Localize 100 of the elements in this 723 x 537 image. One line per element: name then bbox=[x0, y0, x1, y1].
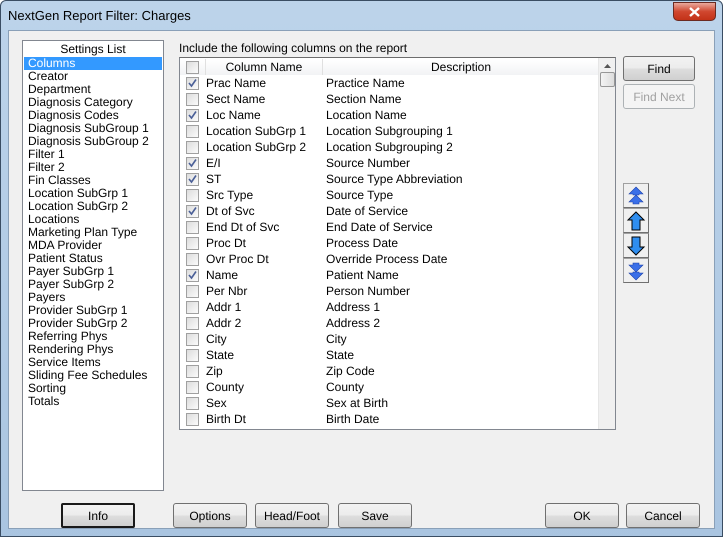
settings-list-item[interactable]: Patient Status bbox=[24, 252, 162, 265]
table-cell-text: Per Nbr bbox=[205, 284, 248, 298]
table-cell-text: Ovr Proc Dt bbox=[205, 252, 270, 266]
row-checkbox[interactable] bbox=[186, 92, 199, 106]
row-checkbox[interactable] bbox=[186, 124, 199, 138]
settings-list-item[interactable]: Payer SubGrp 2 bbox=[24, 278, 162, 291]
row-checkbox[interactable] bbox=[186, 252, 199, 266]
row-checkbox[interactable] bbox=[186, 284, 199, 298]
row-checkbox[interactable] bbox=[186, 396, 199, 410]
table-cell: County bbox=[326, 380, 364, 394]
find-button[interactable]: Find bbox=[623, 56, 695, 81]
close-button[interactable] bbox=[673, 2, 716, 21]
row-checkbox[interactable] bbox=[186, 220, 199, 234]
table-cell-text: Loc Name bbox=[205, 108, 262, 122]
settings-list-item[interactable]: Service Items bbox=[24, 356, 162, 369]
settings-list-item[interactable]: Diagnosis SubGroup 2 bbox=[24, 135, 162, 148]
table-cell: Section Name bbox=[326, 92, 402, 106]
table-cell: End Date of Service bbox=[326, 220, 433, 234]
settings-list-item[interactable]: Provider SubGrp 1 bbox=[24, 304, 162, 317]
table-cell: Location Name bbox=[326, 108, 407, 122]
settings-list-item[interactable]: Location SubGrp 2 bbox=[24, 200, 162, 213]
row-checkbox[interactable] bbox=[186, 236, 199, 250]
settings-list-item[interactable]: Rendering Phys bbox=[24, 343, 162, 356]
table-cell-text: Location SubGrp 2 bbox=[205, 140, 308, 154]
table-cell: Birth Date bbox=[326, 412, 380, 426]
table-cell-text: End Dt of Svc bbox=[205, 220, 280, 234]
settings-list-item[interactable]: Diagnosis Codes bbox=[24, 109, 162, 122]
table-cell: Override Process Date bbox=[326, 252, 448, 266]
table-cell-text: City bbox=[205, 332, 228, 346]
row-checkbox[interactable] bbox=[186, 204, 199, 218]
scrollbar[interactable] bbox=[598, 58, 615, 429]
row-checkbox[interactable] bbox=[186, 332, 199, 346]
row-checkbox[interactable] bbox=[186, 76, 199, 90]
table-cell-text: Sect Name bbox=[205, 92, 266, 106]
down-arrow-icon bbox=[626, 234, 646, 256]
table-cell: Location Subgrouping 2 bbox=[326, 140, 453, 154]
row-checkbox[interactable] bbox=[186, 140, 199, 154]
table-cell: Date of Service bbox=[326, 204, 408, 218]
table-cell-text: Sex bbox=[205, 396, 228, 410]
move-down-button[interactable] bbox=[623, 233, 649, 258]
scroll-up-icon[interactable] bbox=[604, 64, 610, 68]
settings-list-item[interactable]: Referring Phys bbox=[24, 330, 162, 343]
settings-list-item[interactable]: Provider SubGrp 2 bbox=[24, 317, 162, 330]
row-checkbox[interactable] bbox=[186, 108, 199, 122]
settings-list-item[interactable]: Department bbox=[24, 83, 162, 96]
table-cell-text: State bbox=[205, 348, 236, 362]
save-button[interactable]: Save bbox=[338, 503, 412, 528]
row-checkbox[interactable] bbox=[186, 300, 199, 314]
row-checkbox[interactable] bbox=[186, 188, 199, 202]
settings-list-item[interactable]: Payer SubGrp 1 bbox=[24, 265, 162, 278]
head-foot-button[interactable]: Head/Foot bbox=[255, 503, 329, 528]
move-top-button[interactable] bbox=[623, 183, 649, 208]
settings-list-item[interactable]: Diagnosis SubGroup 1 bbox=[24, 122, 162, 135]
row-checkbox[interactable] bbox=[186, 348, 199, 362]
table-cell-text: Proc Dt bbox=[205, 236, 248, 250]
cancel-button[interactable]: Cancel bbox=[626, 503, 700, 528]
settings-list-item[interactable]: Sliding Fee Schedules bbox=[24, 369, 162, 382]
table-cell: Process Date bbox=[326, 236, 398, 250]
ok-button[interactable]: OK bbox=[545, 503, 619, 528]
row-checkbox[interactable] bbox=[186, 172, 199, 186]
table-cell: State bbox=[326, 348, 354, 362]
row-checkbox[interactable] bbox=[186, 268, 199, 282]
row-checkbox[interactable] bbox=[186, 412, 199, 426]
table-cell-text: Dt of Svc bbox=[205, 204, 256, 218]
table-cell-text: Addr 2 bbox=[205, 316, 242, 330]
settings-list-item[interactable]: Marketing Plan Type bbox=[24, 226, 162, 239]
settings-list-item[interactable]: Totals bbox=[24, 395, 162, 408]
select-all-checkbox[interactable] bbox=[186, 60, 199, 74]
table-cell: Sex at Birth bbox=[326, 396, 388, 410]
settings-list-item[interactable]: Creator bbox=[24, 70, 162, 83]
move-up-button[interactable] bbox=[623, 208, 649, 233]
options-button[interactable]: Options bbox=[173, 503, 247, 528]
settings-list-item[interactable]: Fin Classes bbox=[24, 174, 162, 187]
double-up-arrow-icon bbox=[626, 184, 646, 206]
row-checkbox[interactable] bbox=[186, 364, 199, 378]
table-cell-text: Zip bbox=[205, 364, 224, 378]
scrollbar-thumb[interactable] bbox=[600, 72, 614, 87]
row-checkbox[interactable] bbox=[186, 156, 199, 170]
settings-list-item[interactable]: Locations bbox=[24, 213, 162, 226]
table-cell: Patient Name bbox=[326, 268, 399, 282]
move-bottom-button[interactable] bbox=[623, 258, 649, 283]
table-cell: Source Type bbox=[326, 188, 394, 202]
settings-list-item[interactable]: Sorting bbox=[24, 382, 162, 395]
settings-list-item[interactable]: Location SubGrp 1 bbox=[24, 187, 162, 200]
table-cell: Address 2 bbox=[326, 316, 380, 330]
window-title: NextGen Report Filter: Charges bbox=[8, 8, 191, 23]
table-cell-text: Src Type bbox=[205, 188, 254, 202]
column-header[interactable]: Description bbox=[323, 59, 599, 75]
settings-list-item[interactable]: Payers bbox=[24, 291, 162, 304]
settings-list-item[interactable]: Filter 1 bbox=[24, 148, 162, 161]
up-arrow-icon bbox=[626, 210, 646, 232]
table-cell-text: Birth Dt bbox=[205, 412, 248, 426]
column-header[interactable]: Column Name bbox=[205, 59, 323, 75]
settings-list-item[interactable]: MDA Provider bbox=[24, 239, 162, 252]
table-cell: Practice Name bbox=[326, 76, 405, 90]
row-checkbox[interactable] bbox=[186, 316, 199, 330]
settings-list-item[interactable]: Filter 2 bbox=[24, 161, 162, 174]
info-button[interactable]: Info bbox=[61, 503, 135, 528]
row-checkbox[interactable] bbox=[186, 380, 199, 394]
settings-list-item[interactable]: Diagnosis Category bbox=[24, 96, 162, 109]
